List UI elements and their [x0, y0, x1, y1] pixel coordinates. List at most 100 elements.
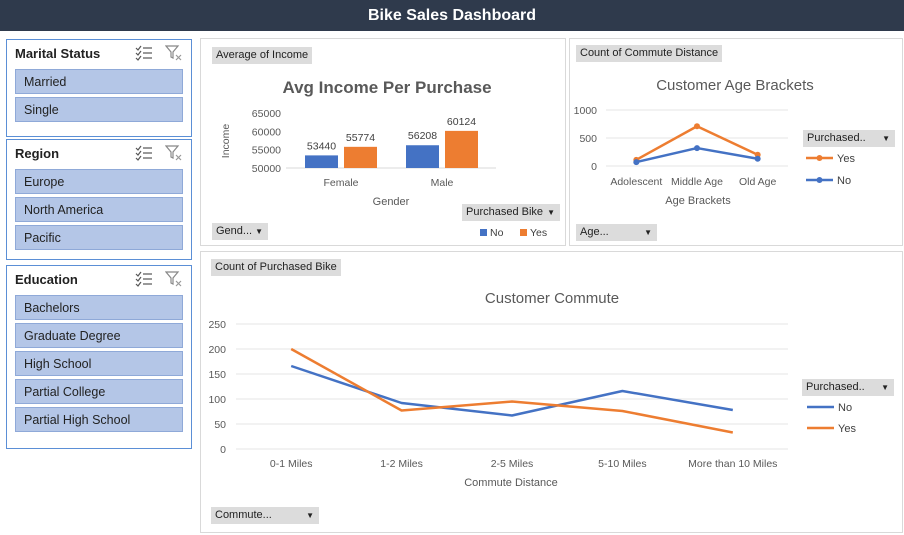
legend-swatch-yes — [520, 229, 527, 236]
dashboard-title: Bike Sales Dashboard — [0, 0, 904, 31]
age-dropdown-label: Age... — [580, 226, 609, 238]
legend-swatch-no — [480, 229, 487, 236]
chevron-down-icon: ▼ — [306, 511, 314, 520]
legend-marker-no — [816, 177, 823, 183]
data-label: 53440 — [307, 140, 336, 152]
bar-yes-female — [344, 146, 377, 168]
y-tick-label: 200 — [208, 344, 226, 356]
legend-label-yes: Yes — [530, 227, 547, 239]
slicer-title: Region — [15, 145, 60, 161]
y-tick-label: 65000 — [252, 108, 281, 120]
chart-title: Customer Commute — [485, 290, 619, 307]
purchased-dropdown-label: Purchased.. — [807, 132, 866, 144]
slicer-title: Education — [15, 271, 78, 287]
multi-select-icon[interactable] — [135, 45, 153, 61]
chart-title: Customer Age Brackets — [656, 77, 814, 94]
x-tick-label: More than 10 Miles — [688, 458, 777, 470]
x-tick-label: Male — [431, 177, 454, 189]
clear-filter-icon[interactable] — [164, 145, 183, 161]
y-tick-label: 0 — [591, 161, 597, 173]
y-tick-label: 150 — [208, 369, 226, 381]
y-tick-label: 250 — [208, 319, 226, 331]
point-no-middle-age — [694, 145, 700, 152]
purchased-dropdown-label: Purchased.. — [806, 381, 865, 393]
slicer-item-europe[interactable]: Europe — [15, 169, 183, 194]
data-label: 60124 — [447, 116, 476, 128]
x-tick-label: Female — [323, 177, 358, 189]
gender-dropdown-label: Gend... — [216, 225, 253, 237]
income-chart-panel: Average of Income Avg Income Per Purchas… — [200, 38, 566, 246]
legend-label-no: No — [838, 402, 852, 414]
legend-label-no: No — [490, 227, 504, 239]
x-axis-title: Commute Distance — [464, 477, 558, 489]
bar-no-female — [305, 155, 338, 168]
slicer-item-pacific[interactable]: Pacific — [15, 225, 183, 250]
x-axis-title: Age Brackets — [665, 195, 731, 207]
purchased-bike-dropdown-label: Purchased Bike — [466, 206, 544, 218]
y-tick-label: 100 — [208, 394, 226, 406]
purchased-bike-legend-dropdown[interactable]: Purchased Bike ▼ — [462, 204, 560, 221]
chevron-down-icon: ▼ — [644, 228, 652, 237]
x-tick-label: 5-10 Miles — [598, 458, 646, 470]
point-no-adolescent — [633, 159, 640, 166]
marital-status-slicer: Marital Status Married Single — [6, 39, 192, 137]
multi-select-icon[interactable] — [135, 145, 153, 161]
point-yes-middle-age — [694, 123, 700, 130]
clear-filter-icon[interactable] — [164, 45, 183, 61]
slicer-header: Marital Status — [7, 40, 191, 66]
slicer-item-bachelors[interactable]: Bachelors — [15, 295, 183, 320]
x-tick-label: Middle Age — [671, 176, 723, 188]
slicer-title: Marital Status — [15, 45, 101, 61]
y-axis-title: Income — [220, 124, 232, 159]
series-line-no — [290, 364, 734, 417]
slicer-item-single[interactable]: Single — [15, 97, 183, 122]
slicer-header: Education — [7, 266, 191, 292]
gender-axis-dropdown[interactable]: Gend... ▼ — [212, 223, 268, 240]
age-chart-panel: Count of Commute Distance Customer Age B… — [569, 38, 903, 246]
bar-no-male — [406, 145, 439, 168]
x-tick-label: 1-2 Miles — [380, 458, 423, 470]
chevron-down-icon: ▼ — [547, 208, 555, 217]
chart-title: Avg Income Per Purchase — [282, 78, 491, 97]
slicer-item-partial-high-school[interactable]: Partial High School — [15, 407, 183, 432]
y-tick-label: 55000 — [252, 145, 281, 157]
legend-label-no: No — [837, 175, 851, 187]
y-tick-label: 0 — [220, 444, 226, 456]
legend-label-yes: Yes — [837, 153, 855, 165]
chevron-down-icon: ▼ — [255, 227, 263, 236]
y-tick-label: 60000 — [252, 126, 281, 138]
x-tick-label: 2-5 Miles — [491, 458, 534, 470]
multi-select-icon[interactable] — [135, 271, 153, 287]
slicer-item-high-school[interactable]: High School — [15, 351, 183, 376]
y-tick-label: 50 — [214, 419, 226, 431]
x-tick-label: Adolescent — [610, 176, 662, 188]
y-tick-label: 500 — [579, 133, 597, 145]
chevron-down-icon: ▼ — [882, 134, 890, 143]
purchased-commute-legend-dropdown[interactable]: Purchased.. ▼ — [802, 379, 894, 396]
slicer-header: Region — [7, 140, 191, 166]
y-tick-label: 1000 — [574, 105, 598, 117]
x-axis-title: Gender — [373, 196, 410, 208]
data-label: 55774 — [346, 132, 375, 144]
slicer-item-north-america[interactable]: North America — [15, 197, 183, 222]
point-no-old-age — [754, 155, 761, 162]
slicer-item-married[interactable]: Married — [15, 69, 183, 94]
slicer-item-partial-college[interactable]: Partial College — [15, 379, 183, 404]
age-axis-dropdown[interactable]: Age... ▼ — [576, 224, 657, 241]
purchased-age-legend-dropdown[interactable]: Purchased.. ▼ — [803, 130, 895, 147]
chevron-down-icon: ▼ — [881, 383, 889, 392]
commute-dropdown-label: Commute... — [215, 509, 272, 521]
series-line-yes — [290, 347, 734, 434]
region-slicer: Region Europe North America Pacific — [6, 139, 192, 260]
x-tick-label: 0-1 Miles — [270, 458, 313, 470]
commute-axis-dropdown[interactable]: Commute... ▼ — [211, 507, 319, 524]
commute-chart-panel: Count of Purchased Bike Customer Commute… — [200, 251, 903, 533]
data-label: 56208 — [408, 130, 437, 142]
x-tick-label: Old Age — [739, 176, 777, 188]
legend-marker-yes — [816, 155, 823, 161]
y-tick-label: 50000 — [252, 163, 281, 175]
slicer-item-graduate-degree[interactable]: Graduate Degree — [15, 323, 183, 348]
legend-label-yes: Yes — [838, 423, 856, 435]
clear-filter-icon[interactable] — [164, 271, 183, 287]
bar-yes-male — [445, 130, 478, 168]
